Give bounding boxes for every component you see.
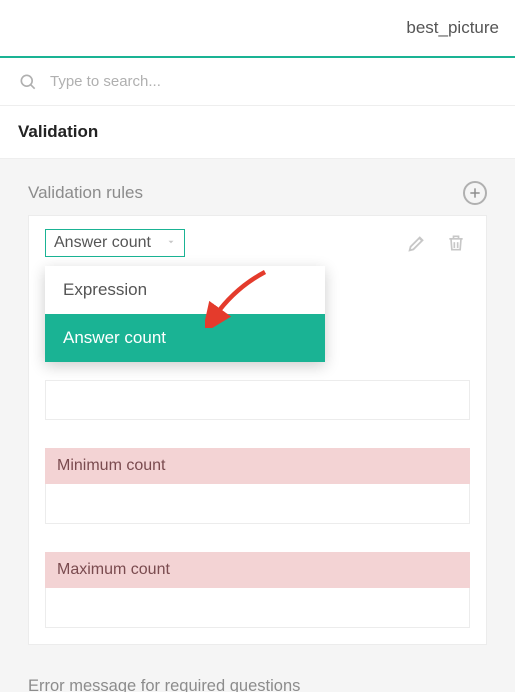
search-icon — [18, 72, 38, 92]
rule-header-row: Answer count Expression Answer count — [45, 228, 470, 258]
min-count-input[interactable] — [45, 484, 470, 524]
search-input[interactable] — [50, 73, 497, 90]
min-count-label: Minimum count — [45, 448, 470, 484]
search-bar — [0, 58, 515, 106]
section-title: Validation — [0, 106, 515, 159]
rule-type-value: Answer count — [54, 234, 151, 252]
min-count-block: Minimum count — [45, 448, 470, 524]
hidden-field-input[interactable] — [45, 380, 470, 420]
rule-block: Answer count Expression Answer count — [28, 215, 487, 645]
caret-down-icon — [166, 234, 176, 252]
validation-panel: Validation rules Answer count — [0, 159, 515, 655]
dropdown-item-answer-count[interactable]: Answer count — [45, 314, 325, 362]
rule-fields: Minimum count Maximum count — [45, 368, 470, 628]
required-error-label: Error message for required questions — [0, 655, 515, 692]
max-count-input[interactable] — [45, 588, 470, 628]
edit-rule-button[interactable] — [402, 228, 432, 258]
rule-type-select[interactable]: Answer count — [45, 229, 185, 257]
validation-rules-header: Validation rules — [28, 181, 487, 205]
breadcrumb: best_picture — [406, 18, 499, 38]
delete-rule-button[interactable] — [442, 228, 470, 258]
rule-type-dropdown: Expression Answer count — [45, 266, 325, 362]
max-count-label: Maximum count — [45, 552, 470, 588]
dropdown-item-expression[interactable]: Expression — [45, 266, 325, 314]
max-count-block: Maximum count — [45, 552, 470, 628]
hidden-field-block — [45, 380, 470, 420]
add-rule-button[interactable] — [463, 181, 487, 205]
header-bar: best_picture — [0, 0, 515, 58]
validation-rules-title: Validation rules — [28, 183, 143, 203]
